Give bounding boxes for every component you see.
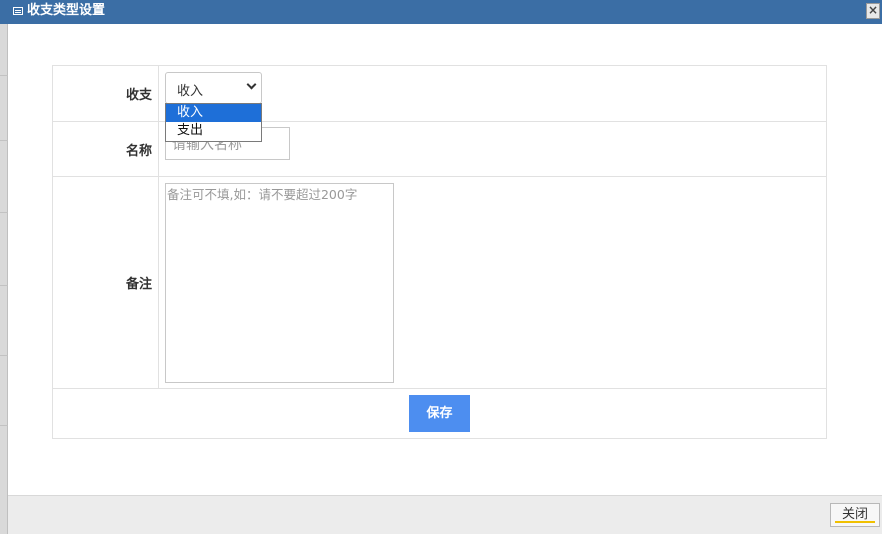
form-row-remark: 备注 备注可不填,如：请不要超过200字 [53,177,826,389]
window-icon [13,7,23,15]
dialog-title: 收支类型设置 [27,3,106,18]
dropdown-option-expense[interactable]: 支出 [166,122,261,140]
remark-label: 备注 [53,177,159,388]
remark-textarea[interactable]: 备注可不填,如：请不要超过200字 [165,183,394,383]
dropdown-option-income[interactable]: 收入 [166,104,261,122]
dialog-titlebar[interactable]: 收支类型设置 × [0,0,882,24]
form-row-actions: 保存 [53,389,826,438]
close-button[interactable]: 关闭 [830,503,880,527]
close-icon[interactable]: × [866,3,880,19]
save-button[interactable]: 保存 [409,395,470,432]
type-select-value: 收入 [177,84,204,99]
dialog-window: 收支类型设置 × 收支 收入 名称 请输入名称 备注 备注可不填,如：请不要超过… [0,0,882,534]
type-select[interactable]: 收入 [165,72,262,104]
type-dropdown-list: 收入 支出 [165,103,262,142]
chevron-down-icon [246,79,257,90]
type-label: 收支 [53,66,159,121]
dialog-footer: 关闭 [8,495,882,534]
background-page-edge [0,0,8,534]
name-label: 名称 [53,122,159,176]
